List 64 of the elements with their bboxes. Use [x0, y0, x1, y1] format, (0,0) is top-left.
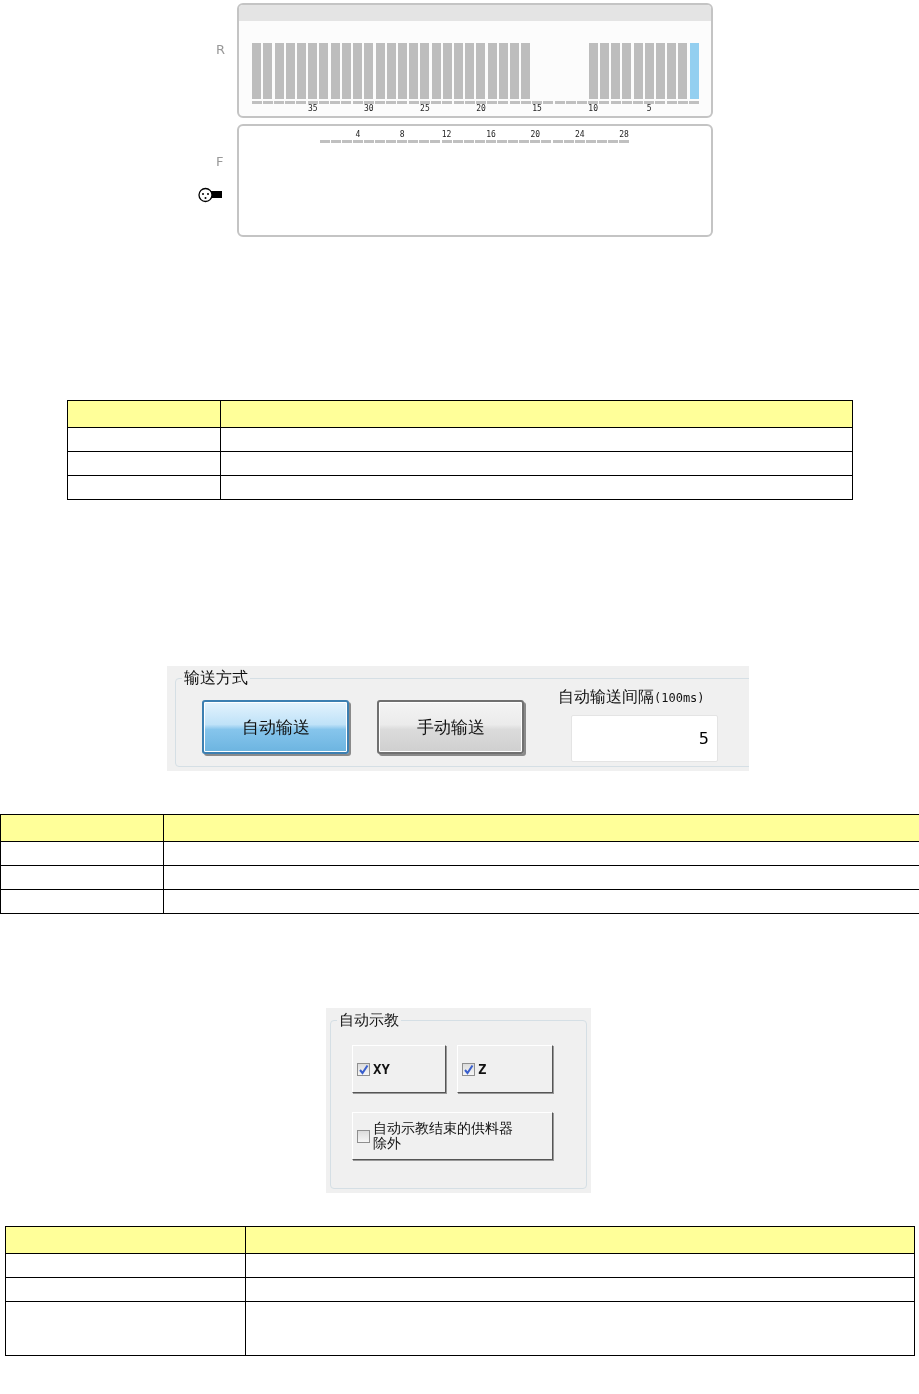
meter-bar — [656, 43, 665, 99]
transfer-button[interactable]: 手动输送 — [377, 700, 524, 754]
meter-bar — [409, 43, 419, 99]
checkbox-button[interactable]: Z — [457, 1045, 553, 1093]
meter-bar — [521, 43, 531, 99]
checkbox[interactable] — [462, 1062, 475, 1076]
scale-label: 5 — [646, 104, 652, 114]
meter-bar — [375, 43, 385, 99]
meter-bar — [644, 43, 654, 99]
checkbox-button[interactable]: XY — [352, 1045, 446, 1093]
meter-bar — [420, 43, 430, 99]
interval-field[interactable]: 5 — [571, 715, 718, 762]
meter-bar — [622, 43, 632, 99]
checkbox[interactable] — [357, 1129, 370, 1143]
meter-bar — [397, 43, 407, 99]
meter-bar — [611, 43, 621, 99]
meter-bar — [678, 43, 688, 99]
scale-label: 28 — [619, 130, 629, 140]
meter-bar — [588, 43, 598, 99]
meter-bar — [431, 43, 441, 99]
meter-bar — [476, 43, 486, 99]
scale-label: 35 — [307, 104, 318, 114]
meter-bar — [308, 43, 318, 99]
meter-bar — [274, 43, 284, 99]
meter-bar — [353, 43, 363, 99]
meter-bar — [263, 43, 273, 99]
scale-label: 15 — [532, 104, 542, 114]
meter-bar — [633, 43, 643, 99]
meter-bar — [386, 43, 396, 99]
meter-bar — [689, 43, 699, 99]
scale-label: 20 — [530, 130, 541, 140]
scale-label: 30 — [363, 104, 374, 114]
checkbox-button[interactable]: 自动示教结束的供料器除外 — [352, 1112, 553, 1160]
scale-label: 12 — [441, 130, 452, 140]
meter-bar — [487, 43, 497, 99]
meter-bar — [252, 43, 262, 99]
front-label: F — [216, 155, 224, 169]
scale-label: 24 — [574, 130, 585, 140]
transfer-button[interactable]: 自动输送 — [202, 700, 349, 754]
scale-label: 16 — [486, 130, 496, 140]
meter-bar — [319, 43, 329, 99]
meter-bar — [341, 43, 351, 99]
meter-bar — [364, 43, 374, 99]
meter-bar — [454, 43, 464, 99]
scale-label: 20 — [476, 104, 486, 114]
scale-label: 8 — [399, 130, 405, 140]
checkbox[interactable] — [357, 1062, 370, 1076]
meter-bar — [297, 43, 306, 99]
meter-bar — [442, 43, 452, 99]
meter-bar — [465, 43, 475, 99]
rear-label: R — [216, 43, 226, 57]
scale-label: 4 — [355, 130, 361, 140]
meter-bar — [285, 43, 295, 99]
meter-bar — [330, 43, 340, 99]
scale-label: 25 — [420, 104, 430, 114]
meter-bar — [667, 43, 677, 99]
connector-icon — [198, 187, 222, 203]
group-title: 自动示教 — [338, 1011, 400, 1029]
meter-bar — [510, 43, 520, 99]
meter-bar — [498, 43, 508, 99]
meter-bar — [599, 43, 609, 99]
group-title: 输送方式 — [183, 669, 249, 687]
interval-label: 自动输送间隔(100ms) — [558, 687, 705, 708]
scale-label: 10 — [588, 104, 598, 114]
